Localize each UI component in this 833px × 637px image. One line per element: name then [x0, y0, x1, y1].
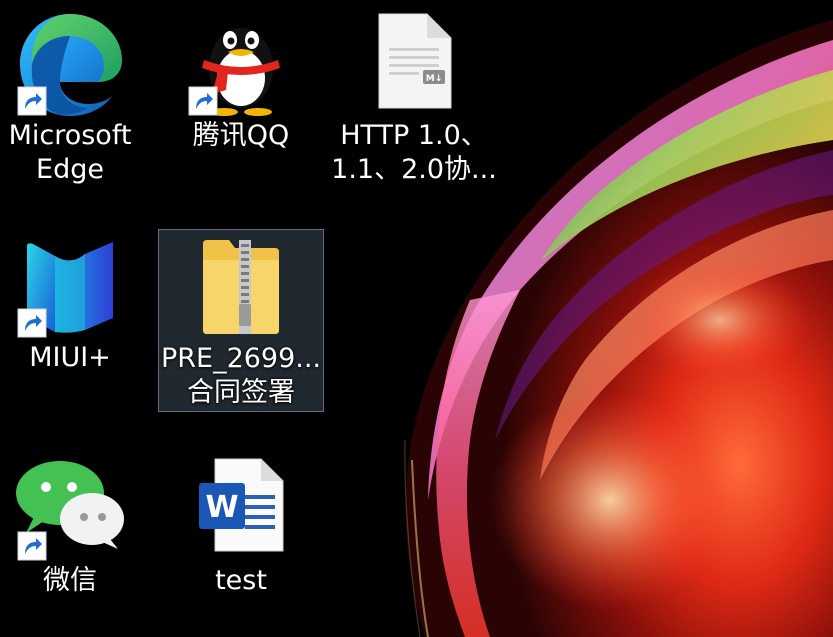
desktop-icon-word-document[interactable]: W test	[158, 445, 324, 615]
shortcut-arrow-icon	[17, 531, 47, 561]
zip-folder-icon	[203, 240, 279, 334]
desktop-icon-label: test	[215, 565, 267, 596]
desktop-icon-zip-folder[interactable]: PRE_2699... 合同签署	[158, 229, 324, 412]
svg-text:W: W	[205, 490, 238, 525]
shortcut-arrow-icon	[17, 308, 47, 338]
desktop-icon-qq[interactable]: 腾讯QQ	[158, 0, 324, 200]
desktop-icon-label: Microsoft Edge	[8, 120, 132, 185]
desktop-icon-label: 腾讯QQ	[192, 120, 290, 151]
desktop-icon-wechat[interactable]: 微信	[0, 445, 153, 615]
svg-text:M↓: M↓	[426, 74, 443, 84]
desktop-icon-miui-plus[interactable]: MIUI+	[0, 228, 153, 388]
markdown-file-icon: M↓	[378, 13, 452, 109]
desktop-icon-edge[interactable]: Microsoft Edge	[0, 0, 153, 200]
desktop-icon-label: HTTP 1.0、 1.1、2.0协...	[331, 120, 497, 185]
desktop-icon-label: 微信	[43, 565, 97, 596]
shortcut-arrow-icon	[188, 86, 218, 116]
desktop-icon-markdown-file[interactable]: M↓ HTTP 1.0、 1.1、2.0协...	[331, 0, 497, 200]
word-document-icon: W	[199, 458, 284, 552]
shortcut-arrow-icon	[17, 86, 47, 116]
desktop-icon-label: MIUI+	[29, 342, 111, 373]
desktop-icon-label: PRE_2699... 合同签署	[160, 343, 322, 408]
desktop[interactable]: Microsoft Edge 腾讯QQ M↓ HTTP 1.0、 1.1、2.0…	[0, 0, 833, 637]
